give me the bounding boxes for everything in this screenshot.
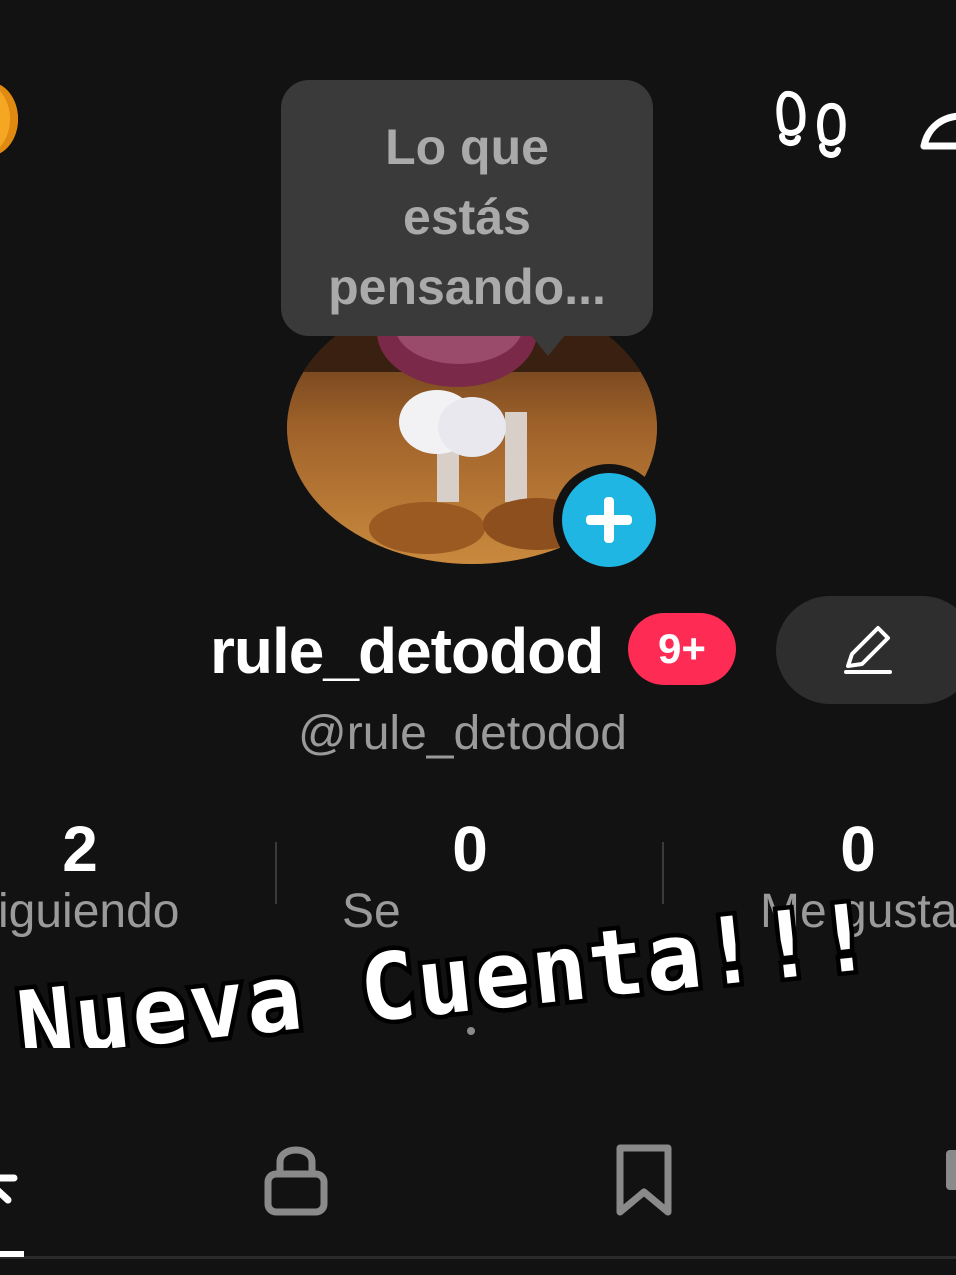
user-handle: @rule_detodod: [298, 707, 627, 760]
plus-icon: [586, 497, 632, 543]
pencil-icon: [844, 626, 892, 674]
bookmark-icon[interactable]: [612, 1142, 676, 1218]
footprints-icon[interactable]: [772, 84, 858, 164]
tooltip-line-2: estás: [403, 189, 531, 245]
overlay-caption: Nueva Cuenta!!!: [8, 879, 884, 1048]
videos-icon[interactable]: [0, 1142, 24, 1212]
tooltip-line-1: Lo que: [385, 119, 549, 175]
edit-profile-button[interactable]: [776, 596, 956, 704]
tooltip-line-3: pensando...: [328, 259, 606, 315]
tab-partial-icon[interactable]: [946, 1150, 956, 1190]
share-icon[interactable]: [918, 100, 956, 160]
add-avatar-button[interactable]: [553, 464, 665, 576]
username: rule_detodod: [210, 615, 604, 687]
tooltip[interactable]: Lo que estás pensando...: [281, 80, 653, 336]
notification-badge[interactable]: 9+: [628, 613, 736, 685]
page-indicator-dot: [467, 1027, 475, 1035]
tab-bar-divider: [0, 1256, 956, 1259]
coin-icon[interactable]: [0, 82, 18, 156]
active-tab-indicator: [0, 1251, 24, 1257]
overlay-caption-text: Nueva Cuenta!!!: [12, 883, 879, 1048]
lock-icon[interactable]: [262, 1142, 330, 1218]
tooltip-tail: [530, 334, 566, 356]
